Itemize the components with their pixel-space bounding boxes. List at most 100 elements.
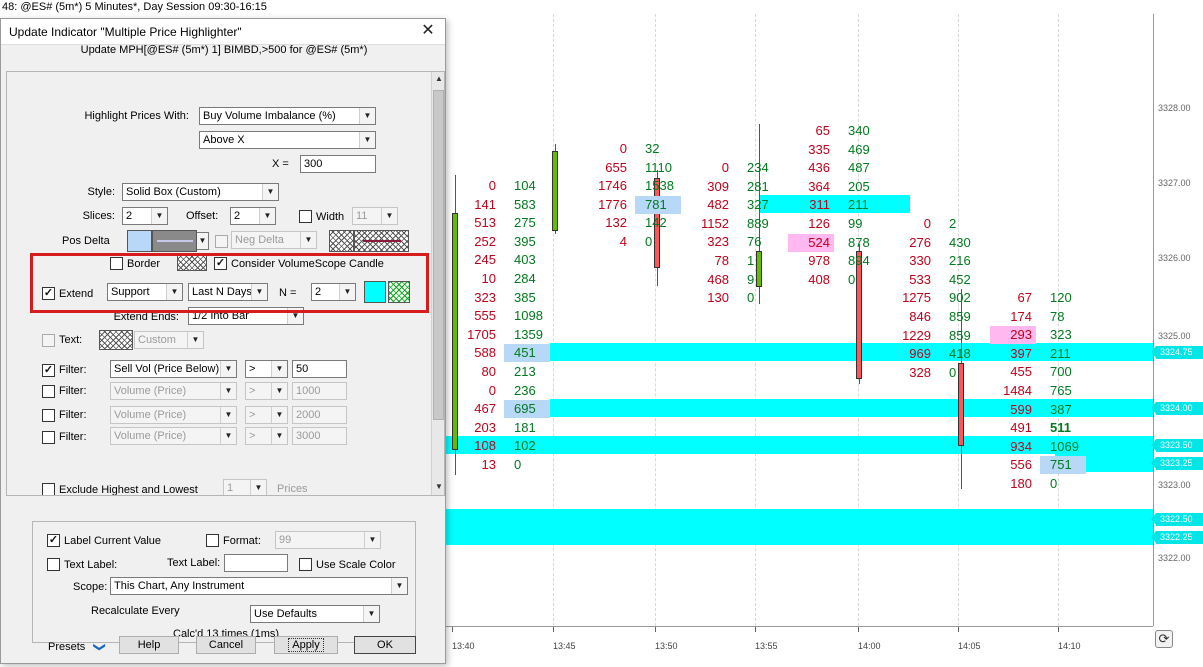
- filter-3-field-select[interactable]: Volume (Price) ▼: [110, 406, 237, 424]
- sell-volume: 130: [707, 290, 729, 306]
- extension-band: [445, 527, 1153, 545]
- filter-3-label: Filter:: [59, 409, 87, 421]
- text-style-select[interactable]: Custom ▼: [134, 331, 204, 349]
- highlight-prices-with-select[interactable]: Buy Volume Imbalance (%) ▼: [199, 107, 376, 125]
- buy-volume: 1: [747, 253, 755, 268]
- chevron-down-icon: ▼: [220, 361, 236, 377]
- neg-delta-fill-swatch[interactable]: [329, 230, 354, 252]
- format-checkbox[interactable]: [206, 534, 219, 547]
- sell-volume: 67: [1017, 290, 1032, 305]
- buy-volume: 323: [1050, 327, 1072, 343]
- buy-volume: 102: [514, 438, 536, 454]
- buy-volume: 700: [1050, 364, 1072, 380]
- price-tick: 3328.00: [1158, 103, 1191, 113]
- time-tick: 13:40: [452, 641, 475, 651]
- presets-label[interactable]: Presets: [48, 641, 85, 653]
- buy-volume: 395: [514, 233, 536, 249]
- format-select[interactable]: 99 ▼: [275, 531, 381, 549]
- refresh-icon[interactable]: ⟳: [1155, 630, 1173, 648]
- text-label: Text:: [59, 334, 83, 346]
- chevron-down-icon: ▼: [259, 208, 275, 224]
- text-checkbox[interactable]: [42, 334, 55, 347]
- text-label-input[interactable]: [224, 554, 288, 572]
- filter-1-op-select[interactable]: > ▼: [245, 360, 288, 378]
- sell-volume: 323: [474, 289, 496, 305]
- format-label: Format:: [223, 535, 261, 547]
- offset-select[interactable]: 2 ▼: [230, 207, 276, 225]
- cancel-button[interactable]: Cancel: [196, 636, 256, 654]
- scroll-up-icon[interactable]: ▲: [432, 72, 444, 86]
- sell-volume: 468: [707, 271, 729, 287]
- buy-volume: 340: [848, 123, 870, 138]
- filter-3-checkbox[interactable]: [42, 409, 55, 422]
- chevron-down-icon: ▼: [363, 606, 379, 622]
- sell-volume: 1152: [701, 215, 729, 231]
- scroll-down-icon[interactable]: ▼: [432, 480, 444, 494]
- neg-delta-line-swatch[interactable]: [354, 230, 409, 252]
- pos-delta-line-swatch[interactable]: [152, 230, 197, 252]
- ok-button[interactable]: OK: [354, 636, 416, 654]
- scrollbar-thumb[interactable]: [433, 90, 444, 420]
- price-axis[interactable]: 3328.00 3327.00 3326.00 3325.00 3323.00 3322.…: [1151, 14, 1203, 626]
- chevron-down-icon[interactable]: ❯: [93, 640, 107, 654]
- apply-button[interactable]: Apply: [274, 636, 338, 654]
- time-tick-mark: [452, 627, 453, 632]
- filter-4-checkbox[interactable]: [42, 431, 55, 444]
- sell-volume: 934: [1010, 438, 1032, 454]
- buy-volume: 878: [848, 234, 870, 250]
- condition-select[interactable]: Above X ▼: [199, 131, 376, 149]
- filter-2-op-select[interactable]: > ▼: [245, 382, 288, 400]
- filter-3-op-select[interactable]: > ▼: [245, 406, 288, 424]
- sell-volume: 4: [619, 234, 627, 249]
- pos-delta-fill-swatch[interactable]: [127, 230, 152, 252]
- recalculate-select[interactable]: Use Defaults ▼: [250, 605, 380, 623]
- exclude-count-select[interactable]: 1 ▼: [223, 479, 267, 495]
- chevron-down-icon: ▼: [250, 480, 266, 495]
- buy-volume: 1110: [645, 159, 672, 175]
- filter-1-checkbox[interactable]: ✓: [42, 364, 55, 377]
- sell-volume: 408: [808, 271, 830, 287]
- buy-volume: 695: [514, 401, 536, 417]
- text-color-swatch[interactable]: [99, 330, 133, 350]
- neg-delta-select[interactable]: Neg Delta ▼: [231, 231, 317, 249]
- pos-delta-dropdown[interactable]: ▼: [197, 232, 209, 250]
- sell-volume: 455: [1010, 364, 1032, 380]
- settings-scrollbar[interactable]: ▲ ▼: [431, 72, 444, 495]
- dialog-titlebar[interactable]: Update Indicator "Multiple Price Highlig…: [1, 19, 445, 45]
- buy-volume: 0: [747, 290, 755, 306]
- sell-volume: 0: [619, 141, 627, 156]
- style-select[interactable]: Solid Box (Custom) ▼: [122, 183, 279, 201]
- filter-2-value-input[interactable]: 1000: [292, 382, 347, 400]
- x-value-input[interactable]: 300: [300, 155, 376, 173]
- sell-volume: 323: [707, 234, 729, 250]
- filter-3-value-input[interactable]: 2000: [292, 406, 347, 424]
- chevron-down-icon: ▼: [262, 184, 278, 200]
- update-indicator-dialog: Update Indicator "Multiple Price Highlig…: [0, 18, 446, 664]
- sell-volume: 180: [1010, 476, 1032, 491]
- price-level-label: 3324.00: [1151, 402, 1203, 415]
- filter-4-field-select[interactable]: Volume (Price) ▼: [110, 427, 237, 445]
- width-select[interactable]: 11 ▼: [352, 207, 398, 225]
- chevron-down-icon: ▼: [220, 428, 236, 444]
- filter-2-checkbox[interactable]: [42, 385, 55, 398]
- filter-1-field-select[interactable]: Sell Vol (Price Below) ▼: [110, 360, 237, 378]
- style-label: Style:: [87, 186, 115, 198]
- width-checkbox[interactable]: [299, 210, 312, 223]
- filter-4-value-input[interactable]: 3000: [292, 427, 347, 445]
- filter-2-field-select[interactable]: Volume (Price) ▼: [110, 382, 237, 400]
- slices-select[interactable]: 2 ▼: [122, 207, 168, 225]
- price-level-label: 3322.50: [1151, 513, 1203, 526]
- help-button[interactable]: Help: [119, 636, 179, 654]
- text-label-checkbox[interactable]: [47, 558, 60, 571]
- label-current-value-checkbox[interactable]: ✓: [47, 534, 60, 547]
- neg-delta-checkbox[interactable]: [215, 235, 228, 248]
- use-scale-color-checkbox[interactable]: [299, 558, 312, 571]
- filter-4-op-select[interactable]: > ▼: [245, 427, 288, 445]
- price-tick: 3325.00: [1158, 331, 1191, 341]
- scope-select[interactable]: This Chart, Any Instrument ▼: [110, 577, 408, 595]
- chevron-down-icon: ▼: [364, 532, 380, 548]
- close-icon[interactable]: ✕: [413, 20, 443, 44]
- time-tick-mark: [1058, 627, 1059, 632]
- exclude-checkbox[interactable]: [42, 483, 55, 495]
- filter-1-value-input[interactable]: 50: [292, 360, 347, 378]
